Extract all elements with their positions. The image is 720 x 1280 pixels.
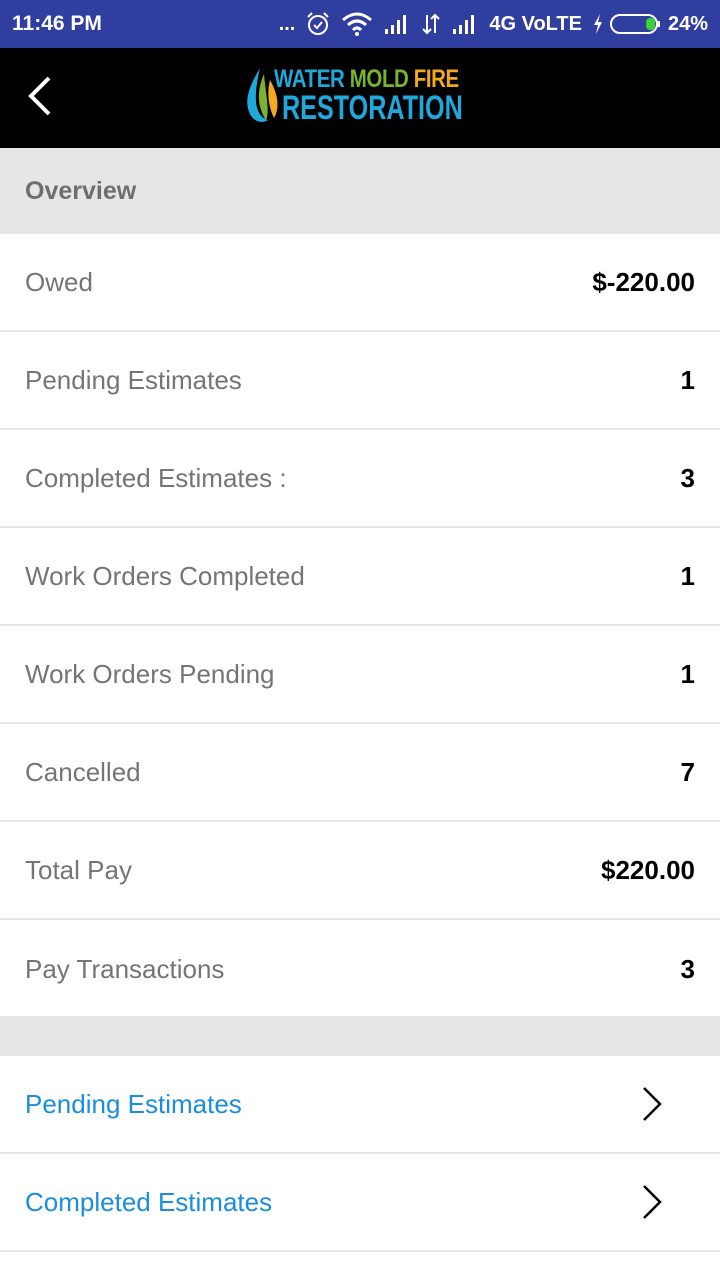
navigation-links: Pending Estimates Completed Estimates (0, 1056, 720, 1252)
stat-value: 3 (680, 953, 695, 984)
stat-value: 1 (680, 658, 695, 689)
stat-row-work-orders-completed: Work Orders Completed 1 (0, 528, 720, 626)
overview-list: Owed $-220.00 Pending Estimates 1 Comple… (0, 234, 720, 1018)
back-button[interactable] (14, 70, 64, 126)
stat-row-cancelled: Cancelled 7 (0, 724, 720, 822)
stat-row-pay-transactions: Pay Transactions 3 (0, 920, 720, 1018)
stat-label: Completed Estimates : (25, 462, 287, 493)
stat-label: Total Pay (25, 854, 132, 885)
stat-row-total-pay: Total Pay $220.00 (0, 822, 720, 920)
stat-label: Pay Transactions (25, 953, 225, 984)
chevron-right-icon (637, 1084, 667, 1124)
signal-icon (383, 13, 411, 35)
chevron-right-icon (637, 1182, 667, 1222)
signal-icon-2 (451, 13, 479, 35)
link-completed-estimates[interactable]: Completed Estimates (0, 1154, 720, 1252)
stat-value: 1 (680, 560, 695, 591)
data-transfer-icon (421, 13, 441, 35)
network-type: 4G VoLTE (489, 12, 582, 35)
stat-value: 1 (680, 364, 695, 395)
status-time: 11:46 PM (12, 12, 102, 35)
stat-row-owed: Owed $-220.00 (0, 234, 720, 332)
section-divider (0, 1016, 720, 1056)
status-icons: ... 4G VoLTE 24% (279, 11, 708, 37)
stat-label: Pending Estimates (25, 364, 242, 395)
alarm-icon (305, 11, 331, 37)
more-notifications-icon: ... (278, 12, 296, 35)
stat-value: 3 (680, 462, 695, 493)
stat-value: 7 (680, 756, 695, 787)
stat-label: Cancelled (25, 756, 141, 787)
overview-title: Overview (25, 176, 137, 205)
charging-icon (592, 13, 604, 35)
company-logo: WATER MOLD FIRE RESTORATION (244, 64, 480, 130)
stat-row-pending-estimates: Pending Estimates 1 (0, 332, 720, 430)
overview-header: Overview (0, 148, 720, 234)
link-label: Pending Estimates (25, 1088, 242, 1119)
stat-value: $-220.00 (592, 266, 695, 297)
battery-percent: 24% (667, 12, 708, 35)
battery-icon (609, 13, 662, 35)
stat-row-completed-estimates: Completed Estimates : 3 (0, 430, 720, 528)
stat-label: Work Orders Pending (25, 658, 275, 689)
logo-line2: RESTORATION (282, 89, 463, 127)
battery: 24% (592, 13, 708, 36)
status-bar: 11:46 PM ... 4G VoLTE 24% (0, 0, 720, 48)
stat-row-work-orders-pending: Work Orders Pending 1 (0, 626, 720, 724)
link-label: Completed Estimates (25, 1186, 273, 1217)
back-arrow-icon (25, 74, 53, 123)
link-pending-estimates[interactable]: Pending Estimates (0, 1056, 720, 1154)
wifi-icon (341, 12, 373, 36)
app-bar: WATER MOLD FIRE RESTORATION (0, 48, 720, 148)
stat-label: Work Orders Completed (25, 560, 305, 591)
stat-value: $220.00 (601, 854, 695, 885)
stat-label: Owed (25, 266, 93, 297)
